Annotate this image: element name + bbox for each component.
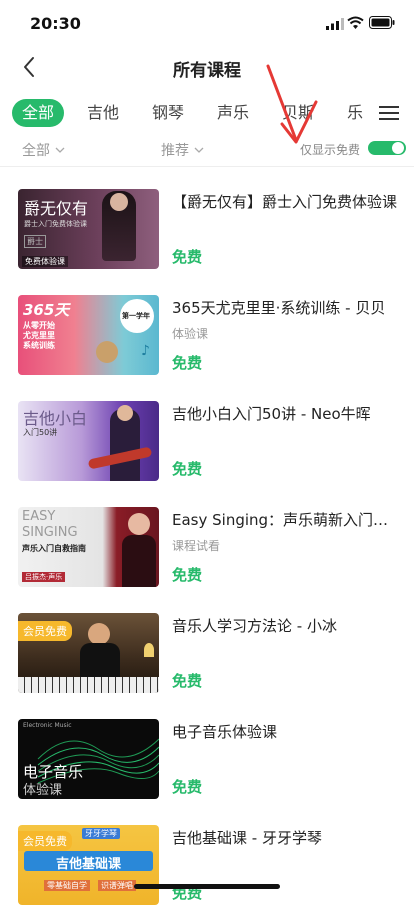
- course-item[interactable]: EASY SINGING 声乐入门自救指南 吕振杰·声乐 Easy Singin…: [0, 507, 414, 603]
- course-item[interactable]: 会员免费 音乐人学习方法论 - 小冰 免费: [0, 613, 414, 709]
- member-free-tag: 会员免费: [18, 621, 72, 641]
- keyboard-icon: [18, 677, 159, 693]
- thumb-title: 爵无仅有: [24, 199, 89, 218]
- music-note-icon: ♪: [141, 343, 150, 359]
- musician-head: [110, 193, 128, 211]
- course-item[interactable]: 吉他小白 入门50讲 吉他小白入门50讲 - Neo牛晖 免费: [0, 401, 414, 497]
- course-price: 免费: [172, 248, 203, 266]
- status-bar: 20:30: [0, 0, 414, 48]
- tab-vocal[interactable]: 声乐: [217, 99, 249, 127]
- thumb-subtitle: 爵士入门免费体验课: [24, 220, 87, 228]
- course-title: 365天尤克里里·系统训练 - 贝贝: [172, 299, 386, 317]
- thumb-subtitle: 入门50讲: [23, 428, 58, 437]
- chevron-down-icon: [55, 147, 65, 153]
- tab-piano[interactable]: 钢琴: [152, 99, 184, 127]
- course-item[interactable]: Electronic Music 电子音乐 体验课 电子音乐体验课 免费: [0, 719, 414, 815]
- course-thumbnail: 会员免费 牙牙学琴 吉他基础课 零基础自学 识谱弹唱: [18, 825, 159, 905]
- course-price: 免费: [172, 354, 203, 372]
- thumb-corner: 牙牙学琴: [82, 828, 120, 839]
- filter-bar: 全部 推荐 仅显示免费: [0, 136, 414, 164]
- page-title: 所有课程: [173, 61, 241, 81]
- player-head: [88, 623, 110, 645]
- thumb-corner: 爵士: [24, 235, 46, 248]
- course-price: 免费: [172, 566, 203, 584]
- course-price: 免费: [172, 672, 203, 690]
- thumb-subtitle: 零基础自学: [44, 880, 90, 891]
- annotation-arrow-icon: [266, 64, 318, 144]
- scope-filter-label: 全部: [22, 143, 50, 159]
- cellular-signal-icon: [326, 18, 344, 30]
- course-subtitle: 课程试看: [172, 539, 221, 553]
- course-thumbnail: 365天 从零开始 尤克里里 系统训练 第一学年 ♪: [18, 295, 159, 375]
- thumb-tag: 免费体验课: [22, 256, 68, 267]
- course-price: 免费: [172, 778, 203, 796]
- thumb-title: 365天: [23, 301, 70, 319]
- thumb-subtitle: 从零开始 尤克里里 系统训练: [23, 321, 55, 350]
- guitarist-head: [117, 405, 133, 421]
- course-title: 【爵无仅有】爵士入门免费体验课: [172, 193, 397, 211]
- home-indicator: [134, 884, 280, 889]
- thumb-tag: 吕振杰·声乐: [22, 572, 66, 582]
- category-menu-button[interactable]: [377, 102, 401, 124]
- course-thumbnail: 爵无仅有 爵士入门免费体验课 爵士 免费体验课: [18, 189, 159, 269]
- course-title: 吉他基础课 - 牙牙学琴: [172, 829, 322, 847]
- course-subtitle: 体验课: [172, 327, 209, 341]
- chevron-down-icon: [194, 147, 204, 153]
- course-thumbnail: 吉他小白 入门50讲: [18, 401, 159, 481]
- thumb-title: EASY SINGING: [22, 509, 78, 540]
- thumb-title: 吉他基础课: [55, 857, 121, 872]
- member-free-tag: 会员免费: [18, 831, 72, 851]
- thumb-title: 吉他小白: [23, 409, 88, 428]
- course-item[interactable]: 会员免费 牙牙学琴 吉他基础课 零基础自学 识谱弹唱 吉他基础课 - 牙牙学琴 …: [0, 825, 414, 907]
- thumb-subtitle: 声乐入门自救指南: [22, 544, 86, 553]
- wifi-icon: [347, 16, 364, 29]
- course-price: 免费: [172, 460, 203, 478]
- course-title: 音乐人学习方法论 - 小冰: [172, 617, 337, 635]
- course-item[interactable]: 365天 从零开始 尤克里里 系统训练 第一学年 ♪ 365天尤克里里·系统训练…: [0, 295, 414, 391]
- singer-figure: [122, 535, 156, 587]
- thumb-corner: Electronic Music: [23, 722, 72, 729]
- category-tabs: 全部 吉他 钢琴 声乐 贝斯 乐: [0, 96, 414, 132]
- singer-head: [128, 513, 150, 535]
- thumb-subtitle-2: 识谱弹唱: [98, 880, 136, 891]
- status-time: 20:30: [30, 14, 81, 33]
- toggle-knob: [392, 142, 404, 154]
- sort-filter[interactable]: 推荐: [161, 140, 204, 160]
- sort-filter-label: 推荐: [161, 143, 189, 159]
- battery-icon: [369, 16, 395, 29]
- thumb-badge: 第一学年: [122, 312, 150, 320]
- ukulele-icon: [96, 341, 118, 363]
- free-only-toggle[interactable]: [368, 141, 406, 155]
- course-thumbnail: 会员免费: [18, 613, 159, 693]
- course-thumbnail: Electronic Music 电子音乐 体验课: [18, 719, 159, 799]
- lamp-icon: [144, 643, 154, 657]
- course-title: Easy Singing：声乐萌新入门指南: [172, 511, 397, 529]
- course-item[interactable]: 爵无仅有 爵士入门免费体验课 爵士 免费体验课 【爵无仅有】爵士入门免费体验课 …: [0, 189, 414, 285]
- course-title: 电子音乐体验课: [172, 723, 278, 741]
- thumb-subtitle: 体验课: [23, 783, 63, 798]
- course-title: 吉他小白入门50讲 - Neo牛晖: [172, 405, 371, 423]
- scope-filter[interactable]: 全部: [22, 140, 65, 160]
- course-thumbnail: EASY SINGING 声乐入门自救指南 吕振杰·声乐: [18, 507, 159, 587]
- filter-divider: [0, 166, 414, 167]
- tab-guitar[interactable]: 吉他: [87, 99, 119, 127]
- nav-bar: 所有课程: [0, 48, 414, 88]
- tab-all[interactable]: 全部: [12, 99, 65, 127]
- tab-music[interactable]: 乐: [347, 99, 363, 127]
